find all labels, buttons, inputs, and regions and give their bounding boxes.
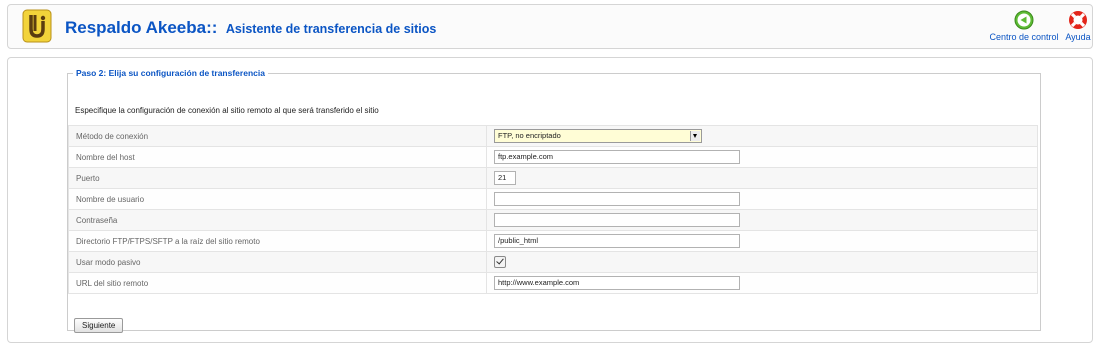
- form-row-directory: Directorio FTP/FTPS/SFTP a la raíz del s…: [68, 230, 1038, 252]
- password-label: Contraseña: [68, 209, 487, 231]
- passive-label: Usar modo pasivo: [68, 251, 487, 273]
- form-row-host: Nombre del host ftp.example.com: [68, 146, 1038, 168]
- control-panel-label: Centro de control: [989, 32, 1059, 42]
- help-label: Ayuda: [1065, 32, 1091, 42]
- method-cell: FTP, no encriptado: [486, 125, 1038, 147]
- url-input[interactable]: http://www.example.com: [494, 276, 740, 290]
- main-panel: Paso 2: Elija su configuración de transf…: [7, 57, 1093, 343]
- url-label: URL del sitio remoto: [68, 272, 487, 294]
- page-title: Respaldo Akeeba:: Asistente de transfere…: [65, 18, 436, 38]
- form-row-passive: Usar modo pasivo: [68, 251, 1038, 273]
- directory-cell: /public_html: [486, 230, 1038, 252]
- step-legend: Paso 2: Elija su configuración de transf…: [76, 68, 265, 78]
- directory-input[interactable]: /public_html: [494, 234, 740, 248]
- lifebuoy-help-icon: [1069, 11, 1087, 29]
- host-input[interactable]: ftp.example.com: [494, 150, 740, 164]
- form-row-method: Método de conexión FTP, no encriptado: [68, 125, 1038, 147]
- connection-method-value: FTP, no encriptado: [498, 131, 561, 140]
- title-main: Respaldo Akeeba::: [65, 18, 218, 37]
- form-row-url: URL del sitio remoto http://www.example.…: [68, 272, 1038, 294]
- url-cell: http://www.example.com: [486, 272, 1038, 294]
- form-row-port: Puerto 21: [68, 167, 1038, 189]
- form-row-password: Contraseña: [68, 209, 1038, 231]
- connection-form: Método de conexión FTP, no encriptado No…: [68, 125, 1038, 294]
- port-input[interactable]: 21: [494, 171, 516, 185]
- chevron-down-icon: [690, 131, 700, 141]
- host-cell: ftp.example.com: [486, 146, 1038, 168]
- intro-text: Especifique la configuración de conexión…: [75, 106, 379, 115]
- control-panel-icon: [1014, 10, 1034, 30]
- next-button[interactable]: Siguiente: [74, 318, 124, 333]
- title-sub: Asistente de transferencia de sitios: [225, 22, 437, 36]
- port-cell: 21: [486, 167, 1038, 189]
- connection-method-select[interactable]: FTP, no encriptado: [494, 129, 702, 143]
- help-button[interactable]: Ayuda: [1062, 10, 1094, 42]
- akeeba-logo-icon: [22, 9, 52, 43]
- password-input[interactable]: [494, 213, 740, 227]
- method-label: Método de conexión: [68, 125, 487, 147]
- username-label: Nombre de usuario: [68, 188, 487, 210]
- header-toolbar: Respaldo Akeeba:: Asistente de transfere…: [7, 4, 1093, 49]
- transfer-config-fieldset: Paso 2: Elija su configuración de transf…: [67, 68, 1041, 333]
- host-label: Nombre del host: [68, 146, 487, 168]
- username-input[interactable]: [494, 192, 740, 206]
- form-row-username: Nombre de usuario: [68, 188, 1038, 210]
- password-cell: [486, 209, 1038, 231]
- username-cell: [486, 188, 1038, 210]
- port-label: Puerto: [68, 167, 487, 189]
- control-panel-button[interactable]: Centro de control: [987, 10, 1061, 42]
- passive-mode-checkbox[interactable]: [494, 256, 506, 268]
- passive-cell: [486, 251, 1038, 273]
- directory-label: Directorio FTP/FTPS/SFTP a la raíz del s…: [68, 230, 487, 252]
